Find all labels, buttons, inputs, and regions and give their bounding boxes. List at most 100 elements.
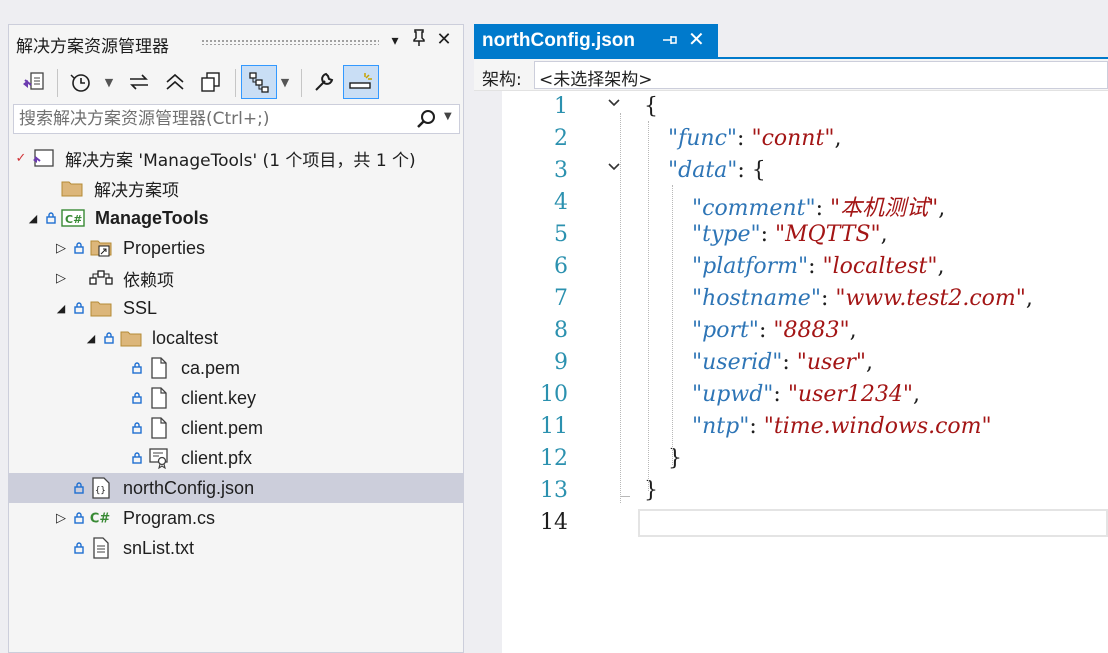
code-line[interactable]: 13} — [502, 475, 1108, 507]
outer-fold-guide — [620, 113, 621, 503]
drag-grip[interactable] — [201, 39, 379, 45]
line-number: 3 — [554, 158, 568, 183]
tree-item-solution[interactable]: ✓ 解决方案 'ManageTools' (1 个项目，共 1 个) — [9, 143, 463, 173]
tree-item-label: Properties — [123, 237, 206, 258]
tree-item-client-pfx[interactable]: client.pfx — [9, 443, 463, 473]
tab-northconfig-json[interactable]: northConfig.json ✕ — [474, 24, 718, 59]
code-text: "func": "connt", — [668, 126, 841, 151]
close-icon[interactable]: ✕ — [433, 29, 455, 50]
brace-token: { — [644, 94, 658, 119]
line-number: 4 — [554, 190, 568, 215]
line-number: 8 — [554, 318, 568, 343]
tree-item-project[interactable]: ◢ C# ManageTools — [9, 203, 463, 233]
code-line[interactable]: 12} — [502, 443, 1108, 475]
pin-tab-icon[interactable] — [662, 32, 678, 52]
dependencies-icon — [89, 263, 113, 293]
lock-icon — [103, 323, 115, 353]
file-icon — [147, 383, 171, 413]
tree-item-ca-pem[interactable]: ca.pem — [9, 353, 463, 383]
fold-chevron-icon[interactable] — [606, 95, 622, 115]
schema-dropdown[interactable]: <未选择架构> — [534, 61, 1108, 90]
fold-end-tick — [620, 496, 630, 497]
line-number: 14 — [540, 510, 568, 535]
json-key-token: "userid" — [692, 350, 783, 375]
colon-token: : — [749, 414, 764, 439]
code-line[interactable]: 7 "hostname": "www.test2.com", — [502, 283, 1108, 315]
tree-item-properties[interactable]: ▷ Properties — [9, 233, 463, 263]
search-input[interactable] — [19, 108, 399, 130]
colon-token: : — [760, 222, 776, 247]
punctuation-token: , — [938, 196, 946, 221]
filter-dropdown-icon[interactable]: ▼ — [103, 65, 115, 99]
expanded-arrow-icon[interactable]: ◢ — [83, 323, 99, 353]
collapse-all-icon[interactable] — [159, 65, 191, 99]
json-key-token: "type" — [692, 222, 761, 247]
code-line[interactable]: 10 "upwd": "user1234", — [502, 379, 1108, 411]
solution-explorer-panel: 解决方案资源管理器 ▾ ✕ ▼ ▼ 搜索解决方案资源管理器(Ctrl+;) ▼ … — [8, 24, 464, 653]
code-line[interactable]: 11 "ntp": "time.windows.com" — [502, 411, 1108, 443]
code-line[interactable]: 8 "port": "8883", — [502, 315, 1108, 347]
collapsed-arrow-icon[interactable]: ▷ — [53, 233, 69, 263]
lock-icon — [73, 233, 85, 263]
expanded-arrow-icon[interactable]: ◢ — [53, 293, 69, 323]
code-text: "userid": "user", — [692, 350, 873, 375]
pin-icon[interactable] — [408, 29, 430, 52]
code-text: } — [668, 446, 682, 471]
collapsed-arrow-icon[interactable]: ▷ — [53, 503, 69, 533]
certificate-icon — [147, 443, 171, 473]
window-position-dropdown-icon[interactable]: ▾ — [384, 33, 406, 49]
pending-changes-filter-icon[interactable] — [65, 65, 99, 99]
code-line[interactable]: 3 "data": { — [502, 155, 1108, 187]
code-line[interactable]: 2 "func": "connt", — [502, 123, 1108, 155]
collapsed-arrow-icon[interactable]: ▷ — [53, 263, 69, 293]
code-line[interactable]: 6 "platform": "localtest", — [502, 251, 1108, 283]
json-key-token: "upwd" — [692, 382, 774, 407]
tree-item-dependencies[interactable]: ▷ 依赖项 — [9, 263, 463, 293]
view-dropdown-icon[interactable]: ▼ — [279, 65, 291, 99]
current-line-highlight — [638, 509, 1108, 537]
code-text: "upwd": "user1234", — [692, 382, 920, 407]
code-line[interactable]: 9 "userid": "user", — [502, 347, 1108, 379]
tree-item-label: snList.txt — [123, 537, 195, 558]
code-text: { — [644, 94, 658, 119]
code-area[interactable]: 1{2 "func": "connt", 3 "data": {4 "comment":… — [502, 91, 1108, 653]
json-string-token: "www.test2.com" — [835, 286, 1026, 311]
close-tab-icon[interactable]: ✕ — [688, 27, 705, 51]
code-line[interactable]: 1{ — [502, 91, 1108, 123]
solution-tree: ✓ 解决方案 'ManageTools' (1 个项目，共 1 个) 解决方案项… — [9, 143, 463, 563]
properties-wrench-icon[interactable] — [307, 65, 341, 99]
show-all-files-icon[interactable] — [195, 65, 227, 99]
tree-item-ssl-folder[interactable]: ◢ SSL — [9, 293, 463, 323]
json-string-token: "user1234" — [787, 382, 914, 407]
tree-item-label: client.key — [181, 387, 257, 408]
json-key-token: "platform" — [692, 254, 809, 279]
tree-item-client-pem[interactable]: client.pem — [9, 413, 463, 443]
code-text: "hostname": "www.test2.com", — [692, 286, 1033, 311]
tree-item-solution-items[interactable]: 解决方案项 — [9, 173, 463, 203]
solution-explorer-search[interactable]: ▼ — [13, 104, 460, 134]
expanded-arrow-icon[interactable]: ◢ — [25, 203, 41, 233]
code-line[interactable]: 5 "type": "MQTTS", — [502, 219, 1108, 251]
sync-with-active-document-icon[interactable] — [123, 65, 155, 99]
search-icon[interactable] — [416, 109, 438, 133]
json-key-token: "data" — [668, 158, 738, 183]
switch-views-icon[interactable] — [17, 65, 51, 99]
tree-item-program-cs[interactable]: ▷ C# Program.cs — [9, 503, 463, 533]
tree-item-label: 解决方案项 — [94, 180, 179, 201]
code-line[interactable]: 14 — [502, 507, 1108, 539]
toolbar-separator — [57, 69, 58, 97]
code-line[interactable]: 4 "comment": "本机测试", — [502, 187, 1108, 221]
tree-item-northconfig-json[interactable]: {} northConfig.json — [9, 473, 463, 503]
tree-item-client-key[interactable]: client.key — [9, 383, 463, 413]
svg-text:C#: C# — [90, 512, 110, 527]
tree-item-snlist-txt[interactable]: snList.txt — [9, 533, 463, 563]
svg-text:{}: {} — [95, 486, 106, 496]
tree-item-localtest-folder[interactable]: ◢ localtest — [9, 323, 463, 353]
preview-selected-items-icon[interactable] — [241, 65, 277, 99]
code-text: "type": "MQTTS", — [692, 222, 888, 247]
search-options-dropdown-icon[interactable]: ▼ — [444, 111, 452, 122]
preview-pane-icon[interactable] — [343, 65, 379, 99]
code-text: "data": { — [668, 158, 766, 183]
punctuation-token: , — [834, 126, 842, 151]
tree-item-label: SSL — [123, 297, 158, 318]
